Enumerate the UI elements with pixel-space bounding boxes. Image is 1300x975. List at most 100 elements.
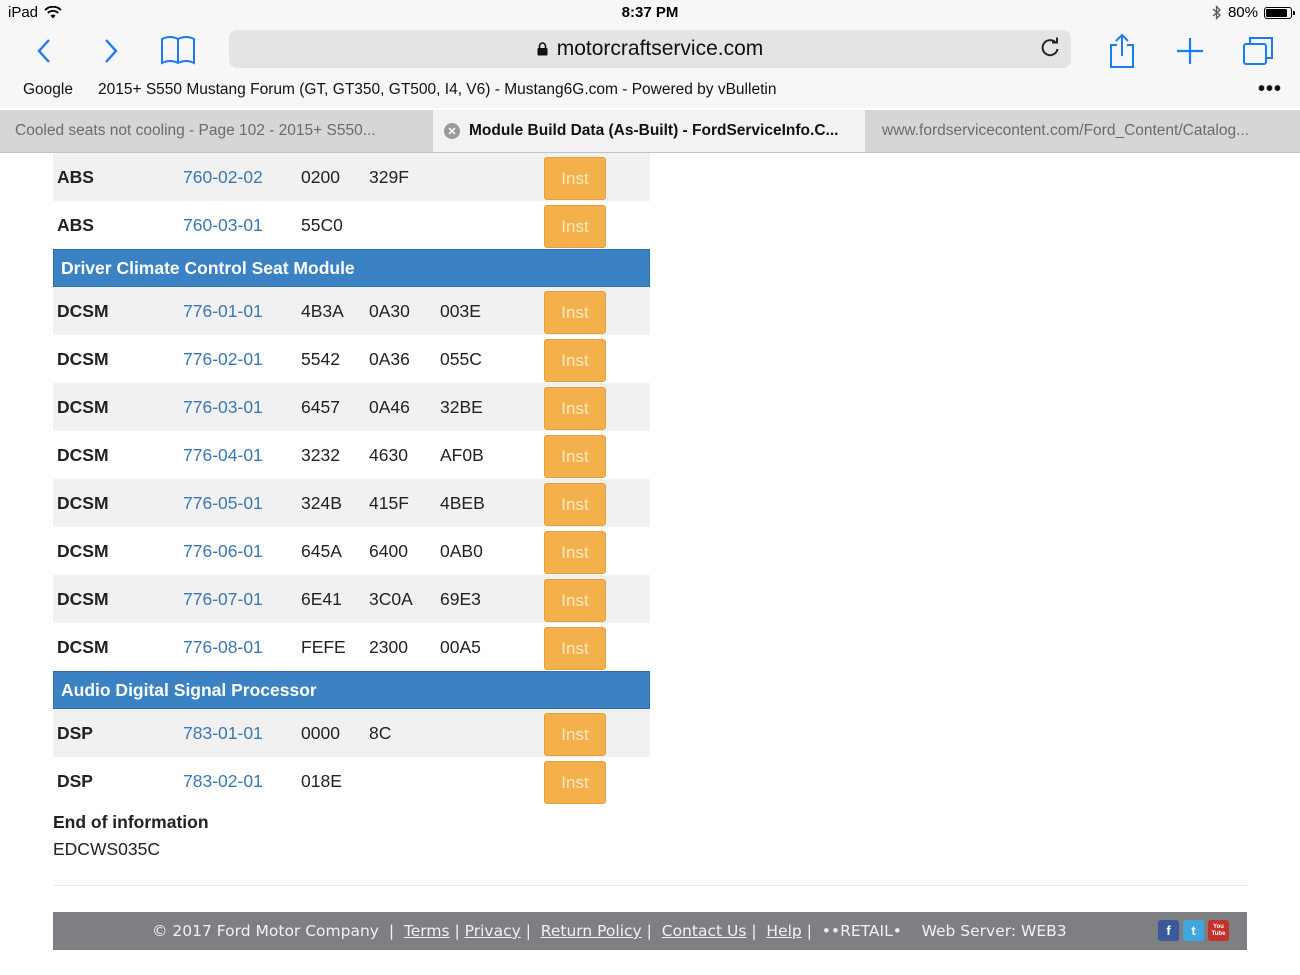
new-tab-button[interactable] xyxy=(1174,30,1206,72)
value-cell: 415F xyxy=(369,493,409,513)
module-name: DSP xyxy=(57,723,93,743)
favorite-mustang6g[interactable]: 2015+ S550 Mustang Forum (GT, GT350, GT5… xyxy=(98,81,776,99)
part-number-link[interactable]: 776-01-01 xyxy=(183,301,263,322)
module-name: DSP xyxy=(57,771,93,791)
tab-label: www.fordservicecontent.com/Ford_Content/… xyxy=(882,122,1250,139)
value-cell: 4630 xyxy=(369,445,408,465)
part-number-link[interactable]: 776-06-01 xyxy=(183,541,263,562)
module-name: DCSM xyxy=(57,397,109,417)
value-cell: 0200 xyxy=(301,167,340,187)
part-number-link[interactable]: 776-04-01 xyxy=(183,445,263,466)
value-cell: AF0B xyxy=(440,445,484,465)
part-number-link[interactable]: 776-05-01 xyxy=(183,493,263,514)
inst-button[interactable]: Inst xyxy=(544,339,606,382)
value-cell: 5542 xyxy=(301,349,340,369)
value-cell: 6457 xyxy=(301,397,340,417)
value-cell: 00A5 xyxy=(440,637,481,657)
module-name: DCSM xyxy=(57,493,109,513)
page-footer: © 2017 Ford Motor Company | Terms | Priv… xyxy=(53,912,1247,950)
inst-button[interactable]: Inst xyxy=(544,531,606,574)
value-cell: 055C xyxy=(440,349,482,369)
battery-percent: 80% xyxy=(1227,4,1258,21)
back-button[interactable] xyxy=(28,30,60,72)
end-title: End of information xyxy=(53,812,209,832)
value-cell: 4BEB xyxy=(440,493,485,513)
inst-button[interactable]: Inst xyxy=(544,387,606,430)
return-policy-link[interactable]: Return Policy xyxy=(541,922,642,940)
section-header: Audio Digital Signal Processor xyxy=(53,671,650,709)
book-icon xyxy=(161,36,195,65)
part-number-link[interactable]: 776-03-01 xyxy=(183,397,263,418)
inst-button[interactable]: Inst xyxy=(544,761,606,804)
inst-button[interactable]: Inst xyxy=(544,435,606,478)
inst-button[interactable]: Inst xyxy=(544,157,606,200)
browser-toolbar: motorcraftservice.com xyxy=(0,26,1300,76)
table-row: DSP 783-01-01 0000 8C Inst xyxy=(53,709,650,757)
value-cell: 0A46 xyxy=(369,397,410,417)
status-bar: iPad 8:37 PM 80% xyxy=(0,0,1300,26)
part-number-link[interactable]: 776-08-01 xyxy=(183,637,263,658)
contact-us-link[interactable]: Contact Us xyxy=(662,922,747,940)
facebook-icon[interactable]: f xyxy=(1158,920,1179,941)
status-right: 80% xyxy=(1212,4,1295,21)
tab-fordservicecontent[interactable]: www.fordservicecontent.com/Ford_Content/… xyxy=(866,110,1300,152)
help-link[interactable]: Help xyxy=(766,922,801,940)
retail-label: ••RETAIL• xyxy=(821,922,902,940)
section-header: Driver Climate Control Seat Module xyxy=(53,249,650,287)
end-block: End of information EDCWS035C xyxy=(53,812,209,860)
favorites-bar: Google 2015+ S550 Mustang Forum (GT, GT3… xyxy=(0,76,1300,108)
value-cell: 3C0A xyxy=(369,589,413,609)
part-number-link[interactable]: 776-02-01 xyxy=(183,349,263,370)
inst-button[interactable]: Inst xyxy=(544,291,606,334)
part-number-link[interactable]: 760-02-02 xyxy=(183,167,263,188)
value-cell: 2300 xyxy=(369,637,408,657)
twitter-icon[interactable]: t xyxy=(1183,920,1204,941)
part-number-link[interactable]: 783-01-01 xyxy=(183,723,263,744)
lock-icon xyxy=(537,42,548,56)
value-cell: 645A xyxy=(301,541,342,561)
module-name: DCSM xyxy=(57,637,109,657)
part-number-link[interactable]: 760-03-01 xyxy=(183,215,263,236)
table-row: DCSM 776-07-01 6E41 3C0A 69E3 Inst xyxy=(53,575,650,623)
forward-button[interactable] xyxy=(95,30,127,72)
table-row: DCSM 776-02-01 5542 0A36 055C Inst xyxy=(53,335,650,383)
value-cell: 3232 xyxy=(301,445,340,465)
tabs-overview-button[interactable] xyxy=(1241,30,1275,72)
bookmarks-button[interactable] xyxy=(158,30,198,72)
inst-button[interactable]: Inst xyxy=(544,627,606,670)
tab-module-build-data[interactable]: ✕ Module Build Data (As-Built) - FordSer… xyxy=(433,110,865,152)
inst-button[interactable]: Inst xyxy=(544,579,606,622)
value-cell: 0A30 xyxy=(369,301,410,321)
value-cell: FEFE xyxy=(301,637,346,657)
value-cell: 4B3A xyxy=(301,301,344,321)
value-cell: 8C xyxy=(369,723,392,743)
url-text: motorcraftservice.com xyxy=(556,37,764,60)
reload-icon[interactable] xyxy=(1039,37,1061,59)
part-number-link[interactable]: 776-07-01 xyxy=(183,589,263,610)
tab-cooled-seats[interactable]: Cooled seats not cooling - Page 102 - 20… xyxy=(0,110,432,152)
part-number-link[interactable]: 783-02-01 xyxy=(183,771,263,792)
module-name: DCSM xyxy=(57,541,109,561)
privacy-link[interactable]: Privacy xyxy=(465,922,521,940)
more-favorites-button[interactable]: ••• xyxy=(1258,78,1282,101)
table-row: ABS 760-02-02 0200 329F Inst xyxy=(53,153,650,201)
chevron-left-icon xyxy=(37,39,50,63)
table-row: DCSM 776-08-01 FEFE 2300 00A5 Inst xyxy=(53,623,650,671)
tabs-icon xyxy=(1243,37,1273,65)
copyright: © 2017 Ford Motor Company xyxy=(152,922,379,940)
inst-button[interactable]: Inst xyxy=(544,205,606,248)
favorite-google[interactable]: Google xyxy=(23,81,73,99)
inst-button[interactable]: Inst xyxy=(544,483,606,526)
youtube-icon[interactable]: You Tube xyxy=(1208,920,1229,941)
address-bar[interactable]: motorcraftservice.com xyxy=(229,30,1071,68)
battery-icon xyxy=(1264,6,1295,19)
as-built-table: ABS 760-02-02 0200 329F Inst ABS 760-03-01 55C0… xyxy=(53,153,650,805)
share-button[interactable] xyxy=(1106,30,1138,72)
value-cell: 329F xyxy=(369,167,409,187)
close-tab-icon[interactable]: ✕ xyxy=(444,123,460,139)
terms-link[interactable]: Terms xyxy=(404,922,450,940)
status-time: 8:37 PM xyxy=(621,4,679,21)
module-name: DCSM xyxy=(57,349,109,369)
module-name: ABS xyxy=(57,167,94,187)
inst-button[interactable]: Inst xyxy=(544,713,606,756)
